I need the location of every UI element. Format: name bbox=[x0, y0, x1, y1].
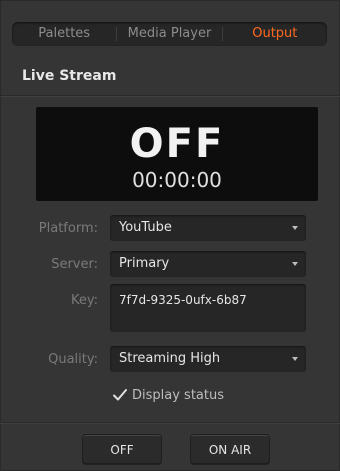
platform-select[interactable]: YouTube bbox=[110, 215, 306, 241]
tab-media-player[interactable]: Media Player bbox=[117, 22, 221, 46]
server-select[interactable]: Primary bbox=[110, 251, 306, 277]
platform-label: Platform: bbox=[38, 221, 98, 236]
checkmark-icon bbox=[112, 387, 128, 403]
display-status-checkbox[interactable]: Display status bbox=[112, 385, 224, 405]
tab-output[interactable]: Output bbox=[223, 22, 327, 46]
stream-key-field[interactable]: 7f7d-9325-0ufx-6b87 bbox=[110, 284, 306, 332]
caret-down-icon bbox=[292, 226, 298, 230]
stream-timecode: 00:00:00 bbox=[132, 168, 222, 192]
server-label: Server: bbox=[51, 257, 98, 272]
footer-divider bbox=[0, 422, 340, 423]
caret-down-icon bbox=[292, 262, 298, 266]
quality-label: Quality: bbox=[48, 352, 98, 367]
on-air-button[interactable]: ON AIR bbox=[190, 434, 270, 464]
quality-value: Streaming High bbox=[119, 351, 221, 366]
platform-value: YouTube bbox=[119, 220, 172, 235]
live-stream-panel: Palettes Media Player Output Live Stream… bbox=[0, 0, 340, 471]
header-divider bbox=[0, 95, 340, 96]
server-value: Primary bbox=[119, 256, 170, 271]
quality-select[interactable]: Streaming High bbox=[110, 346, 306, 372]
stream-status-display: OFF 00:00:00 bbox=[36, 107, 318, 201]
stream-key-value: 7f7d-9325-0ufx-6b87 bbox=[119, 293, 247, 307]
section-title: Live Stream bbox=[22, 68, 117, 84]
caret-down-icon bbox=[292, 357, 298, 361]
tab-palettes[interactable]: Palettes bbox=[12, 22, 116, 46]
key-label: Key: bbox=[70, 293, 98, 308]
tab-bar: Palettes Media Player Output bbox=[12, 22, 327, 46]
display-status-label: Display status bbox=[132, 387, 224, 403]
stream-state: OFF bbox=[129, 121, 225, 167]
off-button[interactable]: OFF bbox=[82, 434, 162, 464]
